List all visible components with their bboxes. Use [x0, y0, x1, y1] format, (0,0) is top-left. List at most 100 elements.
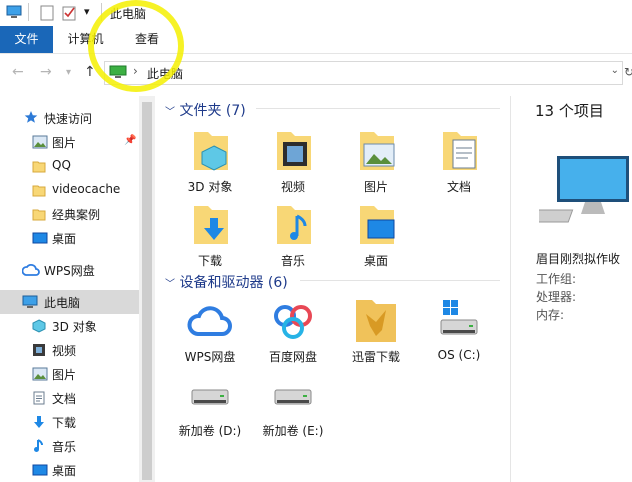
check-properties-icon[interactable] — [62, 5, 78, 24]
music-icon — [32, 439, 46, 453]
nav-label: 此电脑 — [44, 296, 81, 310]
folder-item-music[interactable]: 音乐 — [253, 200, 333, 269]
forward-arrow-icon[interactable]: → — [40, 64, 52, 80]
videos-icon — [269, 126, 317, 174]
folder-icon — [32, 207, 46, 221]
devices-group-header[interactable]: ﹀ 设备和驱动器 (6) — [165, 272, 288, 292]
nav-label: 快速访问 — [44, 112, 93, 126]
downloads-icon — [32, 415, 46, 429]
item-label: 文档 — [446, 180, 471, 194]
folder-item-desktop[interactable]: 桌面 — [336, 200, 416, 269]
drive-icon — [186, 382, 234, 430]
pictures-icon — [32, 367, 48, 381]
pictures-icon — [32, 135, 48, 149]
nav-item-downloads[interactable]: 下载 — [0, 410, 139, 434]
group-divider — [300, 280, 500, 281]
drive-item-wps[interactable]: WPS网盘 — [170, 296, 250, 365]
nav-scrollbar[interactable] — [139, 96, 155, 482]
nav-item-pictures-pc[interactable]: 图片 — [0, 362, 139, 386]
nav-quick-access[interactable]: 快速访问 — [0, 106, 139, 130]
pictures-icon — [352, 126, 400, 174]
downloads-icon — [186, 200, 234, 248]
item-label: 图片 — [363, 180, 388, 194]
folder-item-pictures[interactable]: 图片 — [336, 126, 416, 195]
nav-item-pictures[interactable]: 图片 📌 — [0, 130, 139, 154]
folder-item-downloads[interactable]: 下载 — [170, 200, 250, 269]
nav-label: 桌面 — [52, 464, 77, 478]
drive-item-baidu[interactable]: 百度网盘 — [253, 296, 333, 365]
nav-label: 下载 — [52, 416, 77, 430]
nav-item-desktop-pc[interactable]: 桌面 — [0, 458, 139, 482]
nav-item-3d-objects[interactable]: 3D 对象 — [0, 314, 139, 338]
folder-icon — [32, 159, 46, 173]
nav-label: WPS网盘 — [44, 264, 95, 278]
nav-item-qq[interactable]: QQ — [0, 154, 139, 178]
chevron-down-icon[interactable]: ﹀ — [165, 107, 175, 118]
nav-label: 图片 — [52, 136, 77, 150]
music-icon — [269, 200, 317, 248]
item-label: OS (C:) — [437, 348, 481, 362]
nav-label: QQ — [52, 158, 71, 172]
details-pane: 13 个项目 眉目刚烈拟作收 工作组: 处理器: 内存: — [510, 96, 632, 482]
nav-label: 3D 对象 — [52, 320, 97, 334]
star-icon — [24, 110, 38, 124]
documents-icon — [435, 126, 483, 174]
nav-scrollbar-thumb[interactable] — [142, 102, 152, 480]
recent-dropdown-icon[interactable]: ▾ — [66, 67, 71, 78]
workgroup-label: 工作组: — [536, 272, 577, 286]
nav-label: 经典案例 — [52, 208, 101, 222]
computer-icon — [22, 295, 38, 309]
folder-item-documents[interactable]: 文档 — [419, 126, 499, 195]
properties-icon[interactable] — [40, 5, 54, 24]
folder-item-3d-objects[interactable]: 3D 对象 — [170, 126, 250, 195]
nav-item-this-pc[interactable]: 此电脑 — [0, 290, 139, 314]
3d-objects-icon — [32, 319, 46, 333]
drive-item-os-c[interactable]: OS (C:) — [419, 296, 499, 362]
desktop-icon — [32, 463, 48, 477]
wps-cloud-icon — [186, 296, 234, 344]
qat-dropdown-icon[interactable]: ▾ — [84, 5, 90, 18]
navigation-pane: 快速访问 图片 📌 QQ videocache 经典案例 桌面 WPS网盘 此电… — [0, 96, 139, 482]
xunlei-download-icon — [352, 296, 400, 344]
refresh-icon[interactable]: ↻ — [624, 65, 632, 79]
item-count: 13 个项目 — [535, 102, 604, 120]
highlight-annotation — [88, 0, 184, 92]
documents-icon — [32, 391, 46, 405]
folder-item-videos[interactable]: 视频 — [253, 126, 333, 195]
nav-item-videocache[interactable]: videocache — [0, 178, 139, 202]
drive-icon — [269, 382, 317, 430]
drive-item-e[interactable]: 新加卷 (E:) — [253, 382, 333, 439]
tab-file[interactable]: 文件 — [0, 26, 53, 53]
nav-item-classic-cases[interactable]: 经典案例 — [0, 202, 139, 226]
os-drive-icon — [435, 296, 483, 344]
group-divider — [256, 108, 500, 109]
videos-icon — [32, 343, 46, 357]
pin-icon[interactable]: 📌 — [124, 135, 136, 146]
item-label: 视频 — [280, 180, 305, 194]
nav-label: 文档 — [52, 392, 77, 406]
back-arrow-icon[interactable]: ← — [12, 64, 24, 80]
computer-name: 眉目刚烈拟作收 — [536, 252, 621, 266]
nav-item-wps[interactable]: WPS网盘 — [0, 258, 139, 282]
folders-group-header[interactable]: ﹀ 文件夹 (7) — [165, 100, 246, 120]
item-label: WPS网盘 — [184, 350, 236, 364]
address-dropdown-icon[interactable]: ⌄ — [611, 65, 619, 76]
nav-item-videos[interactable]: 视频 — [0, 338, 139, 362]
item-label: 音乐 — [280, 254, 305, 268]
drive-item-d[interactable]: 新加卷 (D:) — [170, 382, 250, 439]
memory-label: 内存: — [536, 308, 565, 322]
chevron-down-icon[interactable]: ﹀ — [165, 279, 175, 290]
item-label: 百度网盘 — [268, 350, 317, 364]
computer-icon — [517, 154, 629, 229]
nav-item-music[interactable]: 音乐 — [0, 434, 139, 458]
divider — [28, 3, 29, 21]
nav-item-desktop[interactable]: 桌面 — [0, 226, 139, 250]
3d-objects-icon — [186, 126, 234, 174]
nav-label: 桌面 — [52, 232, 77, 246]
address-bar[interactable]: › 此电脑 ⌄ — [104, 61, 623, 85]
desktop-icon — [32, 231, 48, 245]
nav-label: videocache — [52, 182, 121, 196]
nav-item-documents[interactable]: 文档 — [0, 386, 139, 410]
drive-item-xunlei[interactable]: 迅雷下载 — [336, 296, 416, 365]
nav-label: 音乐 — [52, 440, 77, 454]
